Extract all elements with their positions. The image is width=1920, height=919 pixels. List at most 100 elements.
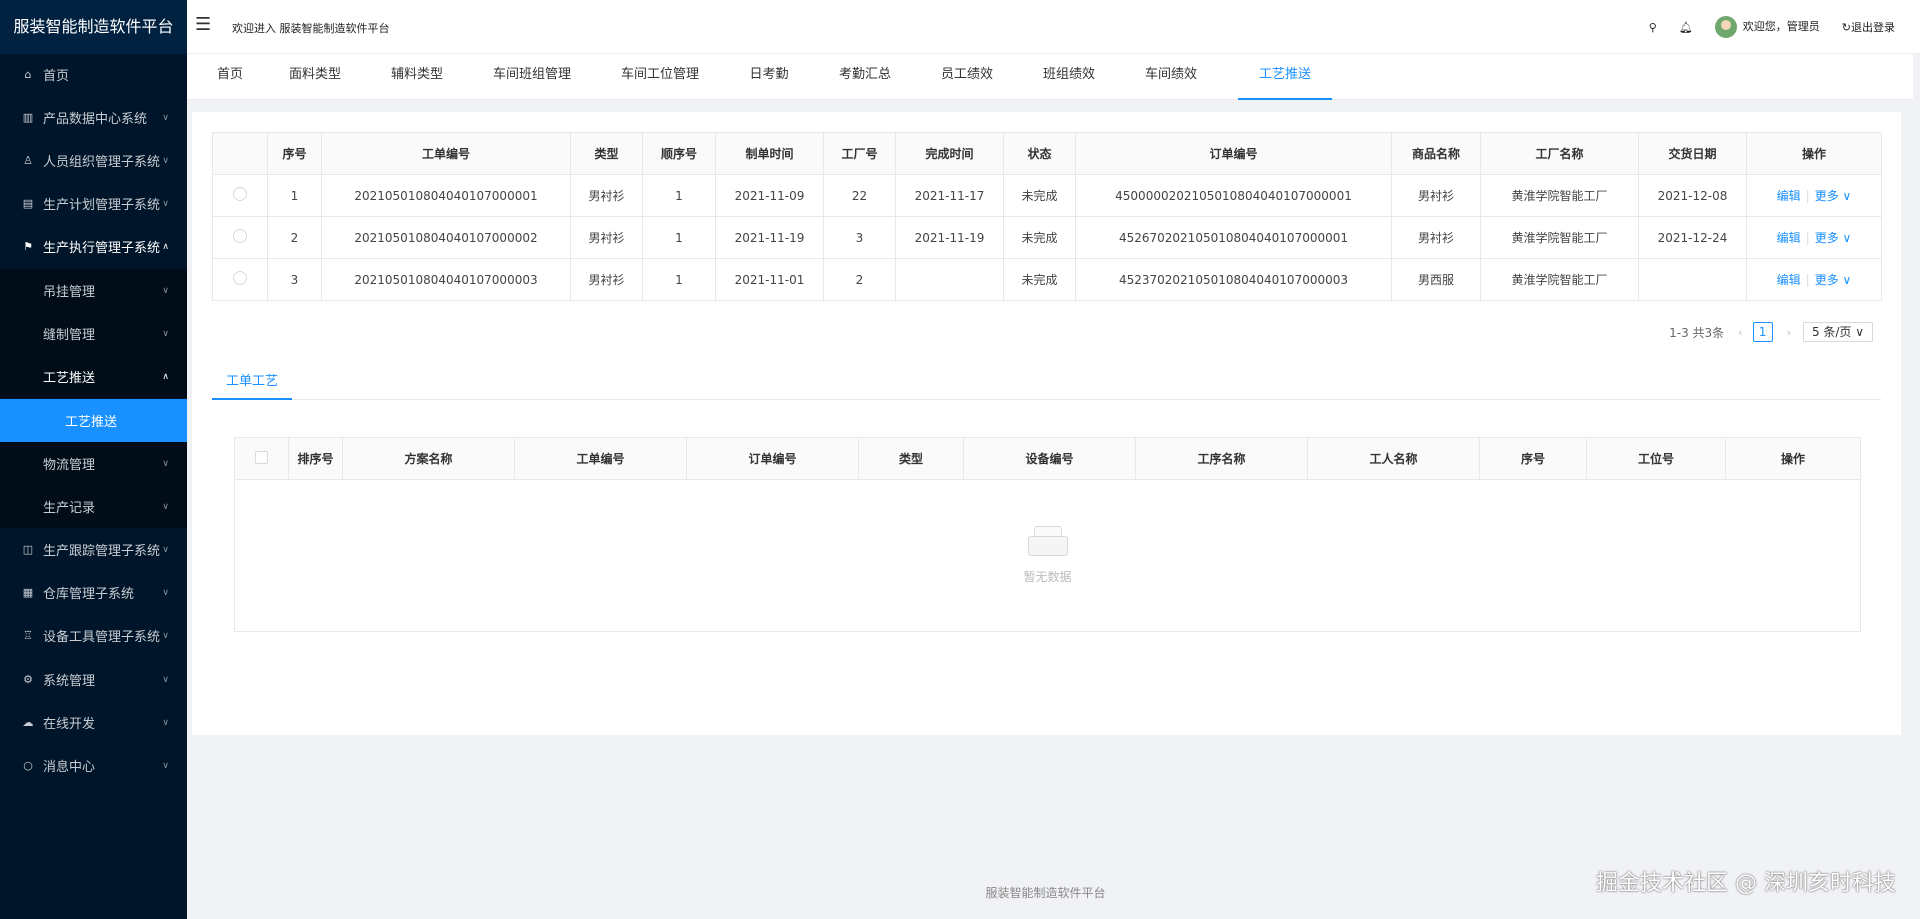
row-select [212, 258, 268, 301]
logout-icon: ↻ [1841, 21, 1851, 34]
more-dropdown[interactable]: 更多 ∨ [1815, 273, 1852, 287]
tab-fabric-type[interactable]: 面料类型 [287, 54, 343, 100]
col-header: 排序号 [288, 437, 343, 480]
more-dropdown[interactable]: 更多 ∨ [1815, 231, 1852, 245]
menu-fold-icon[interactable]: ☰ [195, 14, 211, 35]
col-header: 操作 [1746, 132, 1882, 175]
tab-workshop-team[interactable]: 车间班组管理 [491, 54, 573, 100]
sidebar: 服装智能制造软件平台 ⌂ 首页 ▥ 产品数据中心系统 ∨ ♙ 人员组织管理子系统… [0, 0, 187, 919]
col-header: 交货日期 [1638, 132, 1747, 175]
edit-link[interactable]: 编辑 [1777, 231, 1801, 245]
tab-team-perf[interactable]: 班组绩效 [1041, 54, 1097, 100]
cell: 男衬衫 [1391, 174, 1481, 217]
cell: 4500000202105010804040107000001 [1075, 174, 1392, 217]
cell: 黄淮学院智能工厂 [1480, 174, 1639, 217]
sidebar-item-production-plan[interactable]: ▤ 生产计划管理子系统 ∨ [0, 182, 187, 225]
col-header: 方案名称 [342, 437, 515, 480]
welcome-text: 欢迎进入 服装智能制造软件平台 [232, 22, 390, 35]
chevron-down-icon: ∨ [1842, 231, 1852, 245]
chevron-down-icon: ∨ [162, 630, 169, 641]
sidebar-item-label: 生产跟踪管理子系统 [43, 544, 161, 559]
sidebar-item-equipment[interactable]: ♖ 设备工具管理子系统 ∨ [0, 614, 187, 657]
cell: 202105010804040107000003 [321, 258, 571, 301]
prev-page-icon[interactable]: ‹ [1738, 326, 1742, 339]
sidebar-item-label: 工艺推送 [43, 371, 96, 386]
tab-process-push[interactable]: 工艺推送 [1238, 54, 1332, 100]
table-row[interactable]: 1 202105010804040107000001 男衬衫 1 2021-11… [212, 174, 1882, 217]
tab-employee-perf[interactable]: 员工绩效 [939, 54, 995, 100]
cell: 男衬衫 [570, 258, 643, 301]
cell: 未完成 [1003, 174, 1076, 217]
sidebar-item-process-push[interactable]: 工艺推送 [0, 399, 187, 442]
col-header: 类型 [858, 437, 964, 480]
sidebar-item-production-track[interactable]: ◫ 生产跟踪管理子系统 ∨ [0, 528, 187, 571]
sidebar-item-home[interactable]: ⌂ 首页 [0, 53, 187, 96]
next-page-icon[interactable]: › [1787, 326, 1791, 339]
sidebar-item-logistics[interactable]: 物流管理 ∨ [0, 442, 187, 485]
col-header: 类型 [570, 132, 643, 175]
empty-state: 暂无数据 [234, 479, 1861, 632]
chevron-down-icon: ∨ [162, 112, 169, 123]
row-actions: 编辑 | 更多 ∨ [1746, 216, 1882, 259]
tab-work-order-process[interactable]: 工单工艺 [212, 364, 292, 400]
sidebar-item-label: 工艺推送 [65, 415, 118, 430]
col-header: 设备编号 [963, 437, 1136, 480]
col-header: 商品名称 [1391, 132, 1481, 175]
row-radio[interactable] [233, 187, 247, 201]
page-number[interactable]: 1 [1752, 322, 1773, 342]
sidebar-item-label: 缝制管理 [43, 328, 96, 343]
tab-attendance-summary[interactable]: 考勤汇总 [837, 54, 893, 100]
row-radio[interactable] [233, 271, 247, 285]
table-row[interactable]: 3 202105010804040107000003 男衬衫 1 2021-11… [212, 258, 1882, 301]
sidebar-item-personnel[interactable]: ♙ 人员组织管理子系统 ∨ [0, 139, 187, 182]
bell-icon[interactable]: 🔔︎ [1679, 21, 1693, 34]
sidebar-item-sewing[interactable]: 缝制管理 ∨ [0, 312, 187, 355]
sidebar-item-label: 在线开发 [43, 717, 96, 732]
empty-inbox-icon [1026, 526, 1070, 558]
tab-accessory-type[interactable]: 辅料类型 [389, 54, 445, 100]
more-dropdown[interactable]: 更多 ∨ [1815, 189, 1852, 203]
edit-link[interactable]: 编辑 [1777, 273, 1801, 287]
sidebar-item-hanging[interactable]: 吊挂管理 ∨ [0, 269, 187, 312]
cell: 2021-11-17 [895, 174, 1004, 217]
sidebar-item-label: 系统管理 [43, 674, 96, 689]
sidebar-item-label: 生产执行管理子系统 [43, 241, 161, 256]
select-all-checkbox[interactable] [255, 450, 268, 464]
col-header: 工单编号 [321, 132, 571, 175]
row-select [212, 216, 268, 259]
tab-home[interactable]: 首页 [209, 54, 251, 100]
logout-button[interactable]: ↻退出登录 [1842, 19, 1895, 35]
row-actions: 编辑 | 更多 ∨ [1746, 174, 1882, 217]
sidebar-item-process-push-group[interactable]: 工艺推送 ∧ [0, 355, 187, 398]
chevron-up-icon: ∧ [162, 241, 169, 252]
sidebar-item-online-dev[interactable]: ☁ 在线开发 ∨ [0, 701, 187, 744]
message-icon: ○ [23, 759, 33, 772]
sidebar-item-production-record[interactable]: 生产记录 ∨ [0, 485, 187, 528]
sidebar-item-production-exec[interactable]: ⚑ 生产执行管理子系统 ∧ [0, 225, 187, 268]
tab-workshop-perf[interactable]: 车间绩效 [1143, 54, 1199, 100]
tab-daily-attendance[interactable]: 日考勤 [747, 54, 791, 100]
sidebar-item-label: 生产记录 [43, 501, 96, 516]
sidebar-item-product-data[interactable]: ▥ 产品数据中心系统 ∨ [0, 96, 187, 139]
user-menu[interactable]: 欢迎您，管理员 [1714, 16, 1820, 38]
page-size-select[interactable]: 5 条/页 ∨ [1803, 322, 1873, 342]
cell [895, 258, 1004, 301]
cell: 202105010804040107000002 [321, 216, 571, 259]
tab-workshop-station[interactable]: 车间工位管理 [619, 54, 701, 100]
sidebar-item-label: 设备工具管理子系统 [43, 630, 161, 645]
sidebar-item-label: 人员组织管理子系统 [43, 155, 161, 170]
col-select [212, 132, 268, 175]
row-radio[interactable] [233, 229, 247, 243]
cell: 3 [823, 216, 896, 259]
table-row[interactable]: 2 202105010804040107000002 男衬衫 1 2021-11… [212, 216, 1882, 259]
chevron-down-icon: ∨ [1842, 189, 1852, 203]
page-size-value: 5 条/页 [1811, 325, 1852, 339]
edit-link[interactable]: 编辑 [1777, 189, 1801, 203]
sidebar-item-warehouse[interactable]: ▦ 仓库管理子系统 ∨ [0, 571, 187, 614]
sidebar-item-messages[interactable]: ○ 消息中心 ∨ [0, 744, 187, 787]
chevron-down-icon: ∨ [162, 674, 169, 685]
search-icon[interactable]: ⚲ [1649, 21, 1657, 34]
avatar [1714, 16, 1737, 38]
col-header: 工位号 [1586, 437, 1726, 480]
sidebar-item-system[interactable]: ⚙ 系统管理 ∨ [0, 658, 187, 701]
